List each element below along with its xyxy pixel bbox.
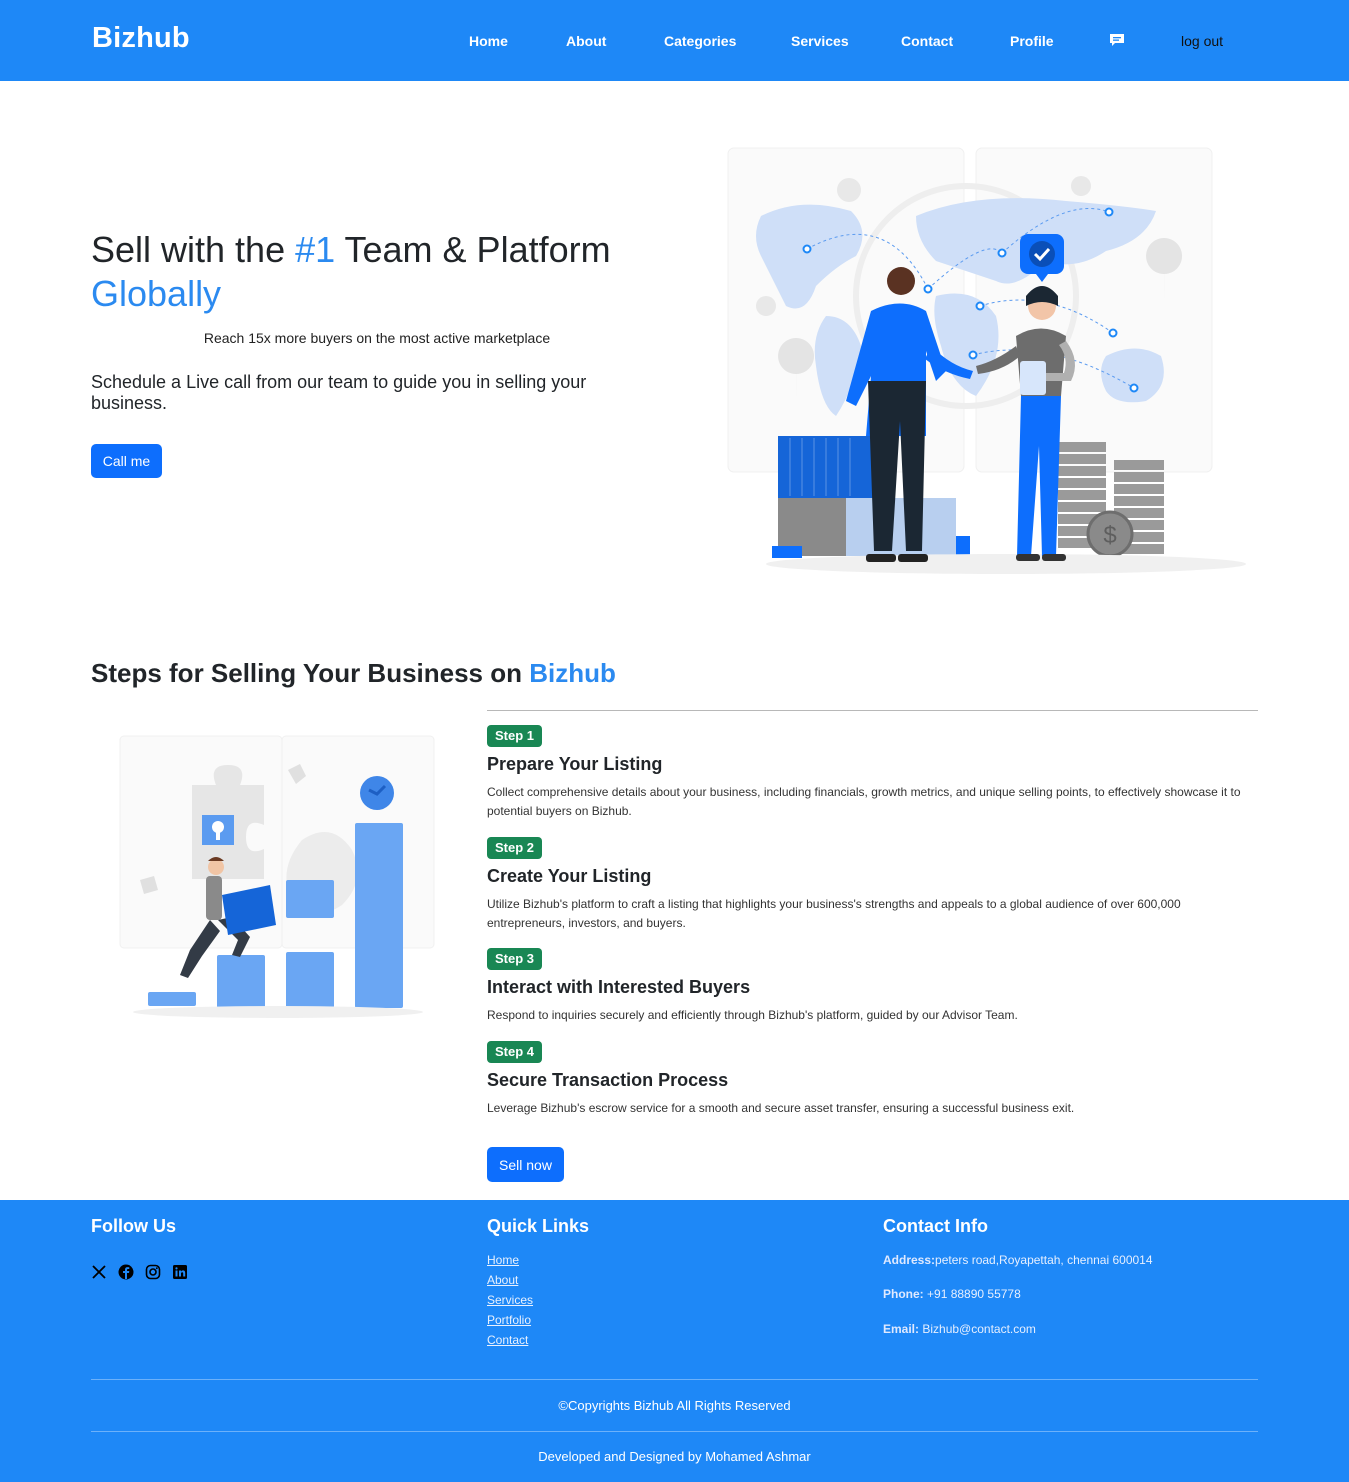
handshake-illustration: $: [727, 147, 1246, 574]
footer-link-home[interactable]: Home: [487, 1253, 519, 1267]
step-4-heading: Secure Transaction Process: [487, 1070, 729, 1090]
phone-value: +91 88890 55778: [923, 1287, 1021, 1301]
footer-link-portfolio[interactable]: Portfolio: [487, 1313, 531, 1327]
nav-link-about[interactable]: About: [566, 33, 606, 49]
hero-subtitle: Reach 15x more buyers on the most active…: [203, 330, 551, 346]
steps-title-accent: Bizhub: [529, 658, 616, 688]
instagram-icon[interactable]: [145, 1264, 161, 1280]
step-3-text: Respond to inquiries securely and effici…: [487, 1008, 1018, 1022]
hero-title-accent-2: Globally: [91, 273, 222, 314]
credits-text: Developed and Designed by Mohamed Ashmar: [538, 1449, 811, 1464]
facebook-icon[interactable]: [118, 1264, 134, 1280]
puzzle-growth-illustration: [119, 735, 435, 1018]
contact-email: Email: Bizhub@contact.com: [883, 1322, 1036, 1336]
email-label: Email:: [883, 1322, 920, 1336]
top-navbar: Bizhub Home About Categories Services Co…: [0, 0, 1349, 81]
call-me-button[interactable]: Call me: [91, 444, 162, 478]
nav-link-home[interactable]: Home: [469, 33, 508, 49]
footer-divider-2: [91, 1431, 1258, 1432]
step-3-heading: Interact with Interested Buyers: [487, 977, 751, 997]
hero-title-accent-1: #1: [295, 229, 336, 270]
contact-address: Address:peters road,Royapettah, chennai …: [883, 1253, 1153, 1267]
linkedin-icon[interactable]: [172, 1264, 188, 1280]
brand-logo[interactable]: Bizhub: [92, 22, 190, 55]
nav-link-services[interactable]: Services: [791, 33, 849, 49]
chat-icon[interactable]: [1109, 32, 1125, 48]
hero-description: Schedule a Live call from our team to gu…: [91, 372, 587, 413]
hero-title: Sell with the #1 Team & Platform Globally: [91, 228, 651, 316]
hero-title-text-2: Team & Platform: [335, 229, 611, 270]
steps-section-title: Steps for Selling Your Business on Bizhu…: [91, 658, 616, 689]
steps-divider: [487, 710, 1258, 711]
phone-label: Phone:: [883, 1287, 924, 1301]
nav-link-contact[interactable]: Contact: [901, 33, 953, 49]
footer-link-about[interactable]: About: [487, 1273, 518, 1287]
step-3: Step 3 Interact with Interested Buyers R…: [487, 948, 1258, 1025]
follow-us-heading: Follow Us: [91, 1216, 176, 1236]
contact-phone: Phone: +91 88890 55778: [883, 1287, 1021, 1301]
sell-now-button[interactable]: Sell now: [487, 1147, 564, 1182]
step-4: Step 4 Secure Transaction Process Levera…: [487, 1041, 1258, 1118]
step-1-heading: Prepare Your Listing: [487, 754, 663, 774]
svg-text:$: $: [1103, 522, 1116, 549]
step-4-badge: Step 4: [487, 1041, 543, 1063]
quick-links-heading: Quick Links: [487, 1216, 590, 1236]
address-label: Address:: [883, 1253, 936, 1267]
step-3-badge: Step 3: [487, 948, 543, 970]
logout-link[interactable]: log out: [1181, 33, 1223, 49]
footer-divider-1: [91, 1379, 1258, 1380]
x-icon[interactable]: [91, 1264, 107, 1280]
step-2-heading: Create Your Listing: [487, 866, 652, 886]
nav-link-categories[interactable]: Categories: [664, 33, 736, 49]
step-1: Step 1 Prepare Your Listing Collect comp…: [487, 725, 1258, 821]
step-2-badge: Step 2: [487, 837, 543, 859]
email-value: Bizhub@contact.com: [919, 1322, 1036, 1336]
footer-link-contact[interactable]: Contact: [487, 1333, 528, 1347]
nav-link-profile[interactable]: Profile: [1010, 33, 1054, 49]
copyright-text: ©Copyrights Bizhub All Rights Reserved: [558, 1398, 791, 1413]
step-2: Step 2 Create Your Listing Utilize Bizhu…: [487, 837, 1258, 933]
address-value: peters road,Royapettah, chennai 600014: [935, 1253, 1153, 1267]
steps-title-text: Steps for Selling Your Business on: [91, 658, 530, 688]
step-2-text: Utilize Bizhub's platform to craft a lis…: [487, 897, 1181, 930]
contact-info-heading: Contact Info: [883, 1216, 988, 1236]
footer-link-services[interactable]: Services: [487, 1293, 533, 1307]
step-4-text: Leverage Bizhub's escrow service for a s…: [487, 1101, 1075, 1115]
step-1-text: Collect comprehensive details about your…: [487, 785, 1241, 818]
hero-title-text-1: Sell with the: [91, 229, 296, 270]
step-1-badge: Step 1: [487, 725, 543, 747]
footer: Follow Us Quick Links Home About Service…: [0, 1200, 1349, 1482]
